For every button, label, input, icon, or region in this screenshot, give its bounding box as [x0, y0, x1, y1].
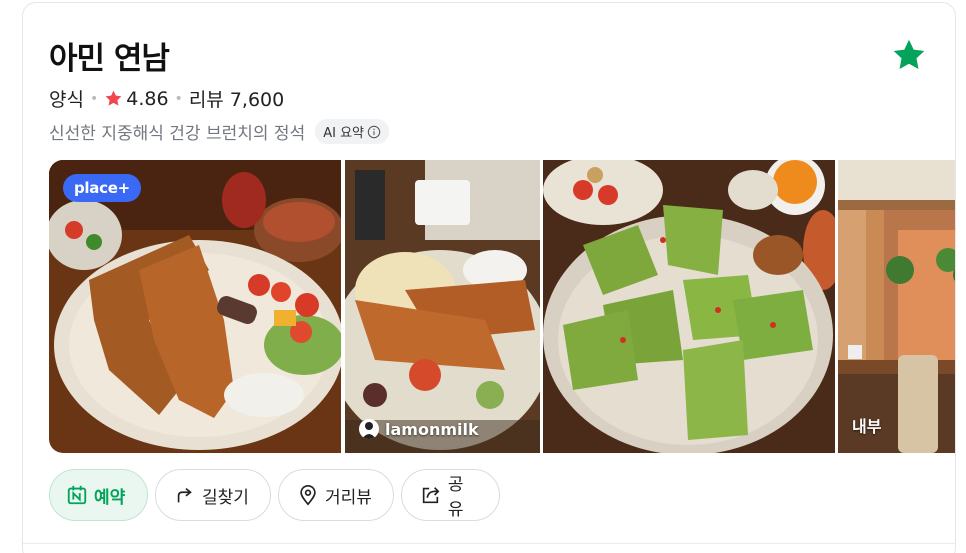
food-photo-image [345, 160, 540, 453]
favorite-star-icon[interactable] [891, 37, 927, 73]
ai-summary: 신선한 지중해식 건강 브런치의 정석 AI 요약 [49, 119, 389, 144]
summary-text: 신선한 지중해식 건강 브런치의 정석 [49, 124, 306, 144]
section-divider [23, 543, 955, 544]
street-view-button[interactable]: 거리뷰 [278, 469, 394, 521]
photo-lamb-closeup[interactable]: lamonmilk [345, 160, 540, 453]
action-bar: 예약 길찾기 거리뷰 공유 [49, 469, 500, 521]
place-meta: 양식 • 4.86 • 리뷰 7,600 [49, 85, 284, 112]
photo-interior[interactable]: 내부 [838, 160, 955, 453]
reserve-label: 예약 [94, 487, 126, 508]
photo-gallery: place+ lamonmilk 내부 [49, 160, 955, 453]
naver-calendar-icon [67, 485, 87, 505]
location-pin-icon [300, 485, 316, 506]
photo-credit[interactable]: lamonmilk [359, 419, 479, 439]
share-icon [422, 487, 440, 504]
place-card: 아민 연남 양식 • 4.86 • 리뷰 7,600 신선한 지중해식 건강 브… [22, 2, 956, 553]
directions-label: 길찾기 [202, 487, 249, 508]
interior-photo-image [838, 160, 955, 453]
credit-username: lamonmilk [385, 419, 479, 439]
route-arrow-icon [177, 487, 192, 503]
share-button[interactable]: 공유 [401, 469, 500, 521]
directions-button[interactable]: 길찾기 [155, 469, 271, 521]
category-label: 양식 [49, 89, 84, 111]
separator-dot: • [89, 90, 99, 107]
reserve-button[interactable]: 예약 [49, 469, 148, 521]
user-avatar [359, 419, 379, 439]
rating-value: 4.86 [126, 87, 169, 110]
share-label: 공유 [447, 475, 464, 520]
separator-dot: • [174, 90, 183, 107]
photo-lamb-chops[interactable]: place+ [49, 160, 341, 453]
rating-star-icon [105, 90, 122, 106]
street-view-label: 거리뷰 [325, 487, 372, 508]
place-title[interactable]: 아민 연남 [49, 33, 170, 78]
place-plus-badge: place+ [63, 174, 141, 202]
ai-badge-label: AI 요약 [323, 126, 364, 141]
photo-avocado-toast[interactable] [543, 160, 835, 453]
food-photo-image [49, 160, 341, 453]
food-photo-image [543, 160, 835, 453]
review-count-link[interactable]: 리뷰 7,600 [189, 85, 284, 112]
ai-summary-badge[interactable]: AI 요약 [315, 119, 389, 144]
info-icon [367, 125, 381, 138]
interior-label: 내부 [852, 417, 882, 436]
